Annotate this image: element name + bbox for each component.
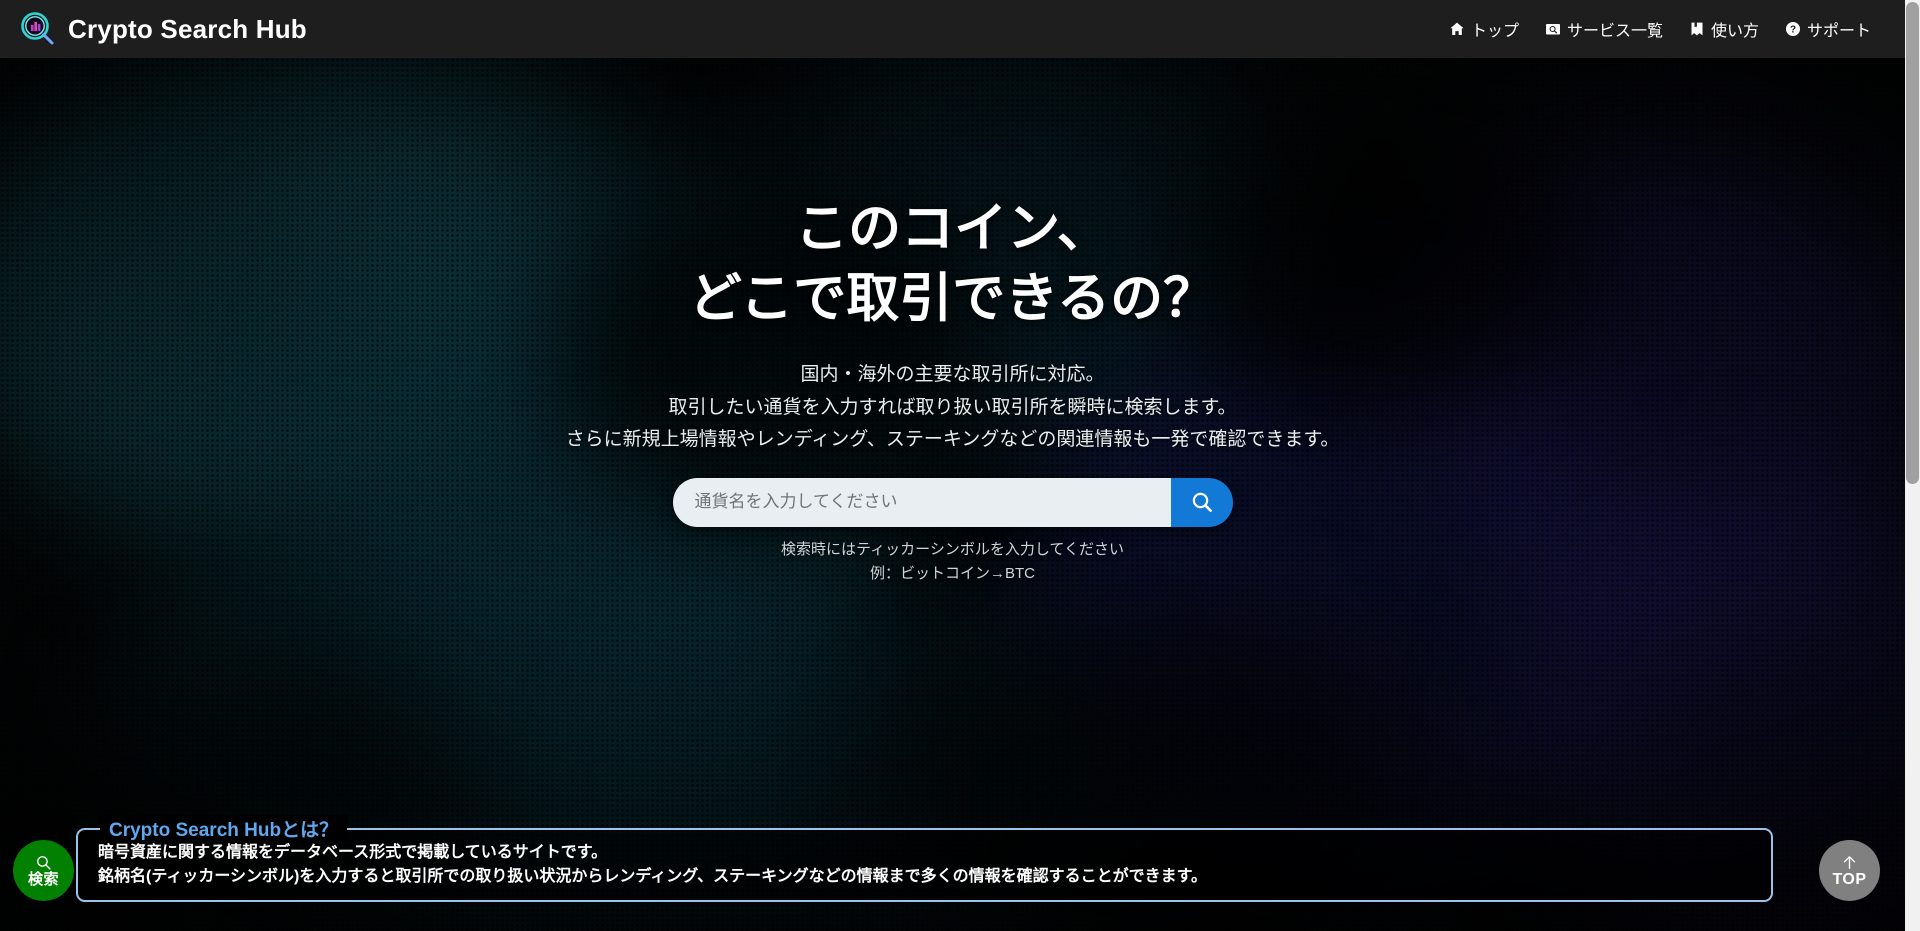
about-info-panel: Crypto Search Hubとは？ 暗号資産に関する情報をデータベース形式…	[76, 815, 1773, 902]
scroll-to-top-button[interactable]: TOP	[1819, 840, 1880, 901]
nav-item-services[interactable]: サービス一覧	[1545, 17, 1663, 41]
page-title-line2: どこで取引できるの？	[688, 268, 1217, 328]
brand-title: Crypto Search Hub	[68, 13, 307, 44]
hero-subtitle-line1: 国内・海外の主要な取引所に対応。	[800, 363, 1105, 385]
magnifier-chart-logo-icon	[21, 12, 55, 46]
search-icon	[1190, 490, 1214, 514]
arrow-up-icon	[1841, 854, 1858, 871]
hero-subtitle: 国内・海外の主要な取引所に対応。 取引したい通貨を入力すれば取り扱い取引所を瞬時…	[566, 359, 1340, 457]
svg-text:?: ?	[1790, 25, 1796, 36]
search-input[interactable]	[672, 477, 1171, 527]
search-submit-button[interactable]	[1170, 477, 1233, 527]
nav-item-howto[interactable]: 使い方	[1689, 17, 1759, 41]
page-title-line1: このコイン、	[795, 199, 1110, 258]
question-circle-icon: ?	[1785, 21, 1801, 37]
nav-item-support[interactable]: ? サポート	[1785, 17, 1871, 41]
page-scrollbar-thumb[interactable]	[1906, 2, 1919, 484]
about-panel-legend: Crypto Search Hubとは？	[100, 815, 348, 842]
home-icon	[1449, 21, 1465, 37]
nav-label-top: トップ	[1470, 23, 1519, 40]
floating-search-label: 検索	[27, 871, 59, 888]
nav-label-howto: 使い方	[1710, 23, 1759, 40]
site-header: Crypto Search Hub トップ サービス一覧 使い方 ? サポート	[0, 0, 1905, 58]
hero-subtitle-line2: 取引したい通貨を入力すれば取り扱い取引所を瞬時に検索します。	[668, 396, 1237, 418]
page-title: このコイン、 どこで取引できるの？	[689, 194, 1216, 334]
page-root: Crypto Search Hub トップ サービス一覧 使い方 ? サポート …	[0, 0, 1920, 931]
nav-item-top[interactable]: トップ	[1449, 17, 1519, 41]
hero-subtitle-line3: さらに新規上場情報やレンディング、ステーキングなどの関連情報も一発で確認できます…	[565, 429, 1340, 451]
main-nav: トップ サービス一覧 使い方 ? サポート	[1449, 17, 1871, 41]
search-icon	[35, 854, 52, 871]
search-hint: 検索時にはティッカーシンボルを入力してください 例：ビットコイン→BTC	[781, 538, 1124, 587]
floating-search-button[interactable]: 検索	[13, 840, 74, 901]
search-page-icon	[1545, 21, 1561, 37]
about-panel-line1: 暗号資産に関する情報をデータベース形式で掲載しているサイトです。	[98, 844, 608, 861]
book-icon	[1689, 21, 1705, 37]
search-bar	[672, 477, 1233, 527]
nav-label-support: サポート	[1806, 23, 1871, 40]
search-hint-line1: 検索時にはティッカーシンボルを入力してください	[781, 540, 1124, 558]
scroll-to-top-label: TOP	[1832, 870, 1867, 888]
nav-label-services: サービス一覧	[1566, 23, 1663, 40]
search-hint-line2: 例：ビットコイン→BTC	[869, 565, 1035, 583]
brand[interactable]: Crypto Search Hub	[21, 12, 307, 46]
hero-content: このコイン、 どこで取引できるの？ 国内・海外の主要な取引所に対応。 取引したい…	[0, 0, 1905, 587]
about-panel-line2: 銘柄名(ティッカーシンボル)を入力すると取引所での取り扱い状況からレンディング、…	[98, 868, 1208, 886]
